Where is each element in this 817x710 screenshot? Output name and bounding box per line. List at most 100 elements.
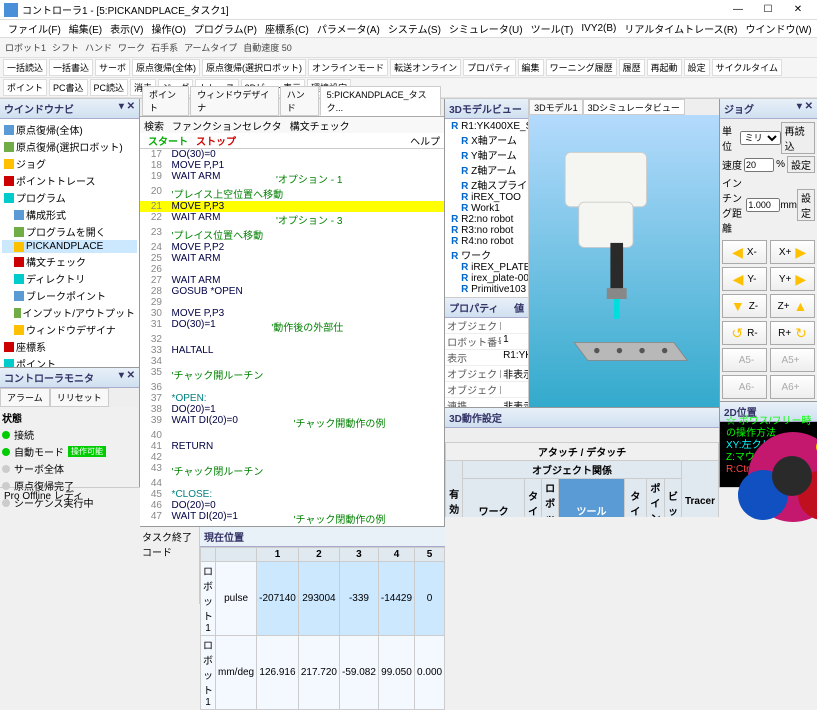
code-line[interactable]: 41 RETURN	[140, 441, 444, 452]
code-line[interactable]: 23 'プレイス位置へ移動	[140, 227, 444, 242]
code-line[interactable]: 38 DO(20)=1	[140, 404, 444, 415]
tree-item[interactable]: 原点復帰(全体)	[2, 121, 137, 138]
model-tree-item[interactable]: R iREX_TOO	[447, 192, 526, 203]
menu-2[interactable]: 表示(V)	[106, 21, 147, 36]
menu-7[interactable]: システム(S)	[384, 21, 445, 36]
tree-item[interactable]: 構文チェック	[2, 253, 137, 270]
d3-grid[interactable]: アタッチ / デタッチ有効オブジェクト関係Tracerワークタイプロボットツール…	[445, 442, 719, 517]
code-tab[interactable]: ハンド	[280, 86, 319, 116]
code-line[interactable]: 27 WAIT ARM	[140, 275, 444, 286]
vp-tab-model[interactable]: 3Dモデル1	[529, 99, 583, 115]
tb-label[interactable]: 自動速度 50	[240, 41, 295, 54]
code-editor[interactable]: 17 DO(30)=018 MOVE P,P119 WAIT ARM 'オプショ…	[140, 149, 444, 526]
tree-item[interactable]: ディレクトリ	[2, 270, 137, 287]
tree-item[interactable]: プログラム	[2, 189, 137, 206]
cm-tab-reset[interactable]: リリセット	[50, 388, 109, 407]
menu-4[interactable]: プログラム(P)	[190, 21, 261, 36]
menu-10[interactable]: IVY2(B)	[577, 23, 620, 34]
close-button[interactable]: ✕	[783, 1, 813, 19]
tree-item[interactable]: 原点復帰(選択ロボット)	[2, 138, 137, 155]
code-line[interactable]: 37 *OPEN:	[140, 393, 444, 404]
tree-item[interactable]: PICKANDPLACE	[2, 240, 137, 253]
model-tree-item[interactable]: R Z軸アーム	[447, 162, 526, 177]
model-tree-item[interactable]: R Primitive103	[447, 284, 526, 295]
cm-tab-alarm[interactable]: アラーム	[0, 388, 50, 407]
menu-11[interactable]: リアルタイムトレース(R)	[620, 21, 741, 36]
tree-item[interactable]: ブレークポイント	[2, 287, 137, 304]
jog-unit-select[interactable]: ミリ	[740, 131, 781, 145]
tb-button[interactable]: 原点復帰(全体)	[132, 59, 200, 76]
scene-3d[interactable]	[529, 115, 719, 407]
tb-button[interactable]: プロパティ	[463, 59, 515, 76]
jog-button-X+[interactable]: X+▶	[770, 240, 815, 264]
jog-button-X-[interactable]: ◀X-	[722, 240, 767, 264]
start-button[interactable]: スタート	[144, 133, 192, 148]
code-line[interactable]: 45 *CLOSE:	[140, 489, 444, 500]
tb-label[interactable]: ワーク	[115, 41, 148, 54]
tree-item[interactable]: 座標系	[2, 338, 137, 355]
model-tree-item[interactable]: R ワーク	[447, 247, 526, 262]
menu-6[interactable]: パラメータ(A)	[313, 21, 384, 36]
jog-button-Y-[interactable]: ◀Y-	[722, 267, 767, 291]
minimize-button[interactable]: —	[723, 1, 753, 19]
cm-pin-icon[interactable]: ▾ ✕	[119, 370, 135, 385]
vp-tab-sim[interactable]: 3Dシミュレータビュー	[583, 99, 685, 115]
code-line[interactable]: 36	[140, 382, 444, 393]
code-line[interactable]: 20 'プレイス上空位置へ移動	[140, 186, 444, 201]
code-line[interactable]: 44	[140, 478, 444, 489]
code-line[interactable]: 40	[140, 430, 444, 441]
jog-button-A5+[interactable]: A5+	[770, 348, 815, 372]
jog-reload-button[interactable]: 再読込	[781, 122, 815, 154]
model-tree-item[interactable]: R R4:no robot	[447, 236, 526, 247]
panel-pin-icon[interactable]: ▾ ✕	[119, 101, 135, 116]
tb2-button[interactable]: PC読込	[90, 79, 129, 96]
tb-button[interactable]: 設定	[684, 59, 710, 76]
tb-label[interactable]: ロボット1	[2, 41, 49, 54]
jog-inch-input[interactable]	[746, 198, 780, 212]
code-line[interactable]: 19 WAIT ARM 'オプション - 1	[140, 171, 444, 186]
menu-12[interactable]: ウインドウ(W)	[741, 21, 815, 36]
tb-button[interactable]: ワーニング履歴	[546, 59, 617, 76]
menu-8[interactable]: シミュレータ(U)	[445, 21, 527, 36]
code-line[interactable]: 34	[140, 356, 444, 367]
code-line[interactable]: 26	[140, 264, 444, 275]
jog-button-R-[interactable]: ↺R-	[722, 321, 767, 345]
help-link[interactable]: ヘルプ	[410, 133, 440, 148]
code-tab[interactable]: ポイント	[142, 86, 189, 116]
jog-speed-input[interactable]	[744, 158, 774, 172]
tb-label[interactable]: シフト	[49, 41, 82, 54]
props-row[interactable]: ロボット番号1	[445, 334, 528, 350]
code-line[interactable]: 39 WAIT DI(20)=0 'チャック開動作の例	[140, 415, 444, 430]
code-line[interactable]: 21 MOVE P,P3	[140, 201, 444, 212]
jog-button-A6+[interactable]: A6+	[770, 375, 815, 399]
maximize-button[interactable]: ☐	[753, 1, 783, 19]
model-tree-item[interactable]: R R1:YK400XE_S	[447, 121, 526, 132]
code-tab[interactable]: ウィンドウデザイナ	[190, 86, 279, 116]
jog-button-Z+[interactable]: Z+▲	[770, 294, 815, 318]
tb-button[interactable]: 一括書込	[49, 59, 93, 76]
jog-set-button[interactable]: 設定	[787, 156, 815, 173]
tb-button[interactable]: サーボ	[95, 59, 130, 76]
jog-set2-button[interactable]: 設定	[797, 189, 815, 221]
tree-item[interactable]: プログラムを開く	[2, 223, 137, 240]
model-tree-item[interactable]: R Z軸スプライン	[447, 177, 526, 192]
model-tree-item[interactable]: R R3:no robot	[447, 225, 526, 236]
code-line[interactable]: 46 DO(20)=0	[140, 500, 444, 511]
code-line[interactable]: 33 HALTALL	[140, 345, 444, 356]
props-row[interactable]: 連携非表示	[445, 398, 528, 407]
model-tree-body[interactable]: R R1:YK400XE_SR X軸アームR Y軸アームR Z軸アームR Z軸ス…	[445, 119, 528, 297]
stop-button[interactable]: ストップ	[192, 133, 240, 148]
tb-label[interactable]: 石手系	[148, 41, 181, 54]
code-line[interactable]: 28 GOSUB *OPEN	[140, 286, 444, 297]
tree-item[interactable]: 構成形式	[2, 206, 137, 223]
tb2-button[interactable]: ポイント	[3, 79, 47, 96]
props-row[interactable]: 表示R1:YK400XE...	[445, 350, 528, 366]
tb-button[interactable]: オンラインモード	[308, 59, 388, 76]
viewport-3d[interactable]: 3Dモデル1 3Dシミュレータビュー	[529, 99, 719, 407]
tb2-button[interactable]: PC書込	[49, 79, 88, 96]
model-tree-item[interactable]: R X軸アーム	[447, 132, 526, 147]
tree-item[interactable]: ウィンドウデザイナ	[2, 321, 137, 338]
props-row[interactable]: オブジェクト	[445, 318, 528, 334]
code-line[interactable]: 17 DO(30)=0	[140, 149, 444, 160]
tb-label[interactable]: ハンド	[82, 41, 115, 54]
